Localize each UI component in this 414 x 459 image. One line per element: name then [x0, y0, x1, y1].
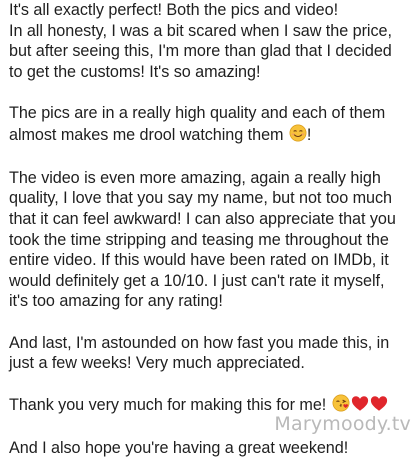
paragraph-1: It's all exactly perfect! Both the pics … — [9, 0, 409, 82]
message-line: entire video. If this would have been ra… — [9, 251, 389, 270]
message-line: took the time stripping and teasing me t… — [9, 230, 389, 249]
message-line: It's all exactly perfect! Both the pics … — [9, 1, 339, 19]
message-text: ! — [306, 125, 312, 144]
message-line: The pics are in a really high quality an… — [9, 103, 386, 122]
message-line: And I also hope you're having a great we… — [9, 439, 349, 458]
message-line: just a few weeks! Very much appreciated. — [9, 354, 305, 373]
message-line: that it can feel awkward! I can also app… — [9, 209, 396, 228]
message-text: Thank you very much for making this for … — [9, 396, 327, 415]
message-line: And last, I'm astounded on how fast you … — [9, 333, 390, 352]
paragraph-6: And I also hope you're having a great we… — [9, 438, 409, 459]
message-line: In all honesty, I was a bit scared when … — [9, 21, 392, 40]
message-line: it's too amazing for any rating! — [9, 292, 223, 311]
review-message: It's all exactly perfect! Both the pics … — [9, 0, 409, 459]
message-line-with-emoji: almost makes me drool watching them ! — [9, 124, 409, 148]
message-line: but after seeing this, I'm more than gla… — [9, 42, 392, 61]
smiling-face-icon — [289, 124, 307, 148]
message-line: quality, I love that you say my name, bu… — [9, 189, 393, 208]
paragraph-4: And last, I'm astounded on how fast you … — [9, 333, 409, 374]
message-text: almost makes me drool watching them — [9, 125, 284, 144]
paragraph-2: The pics are in a really high quality an… — [9, 103, 409, 147]
watermark: Marymoody.tv — [274, 413, 411, 435]
message-line: would definitely get a 10/10. I just can… — [9, 271, 385, 290]
message-line: The video is even more amazing, again a … — [9, 168, 381, 187]
paragraph-3: The video is even more amazing, again a … — [9, 168, 409, 312]
message-line: to get the customs! It's so amazing! — [9, 62, 261, 81]
